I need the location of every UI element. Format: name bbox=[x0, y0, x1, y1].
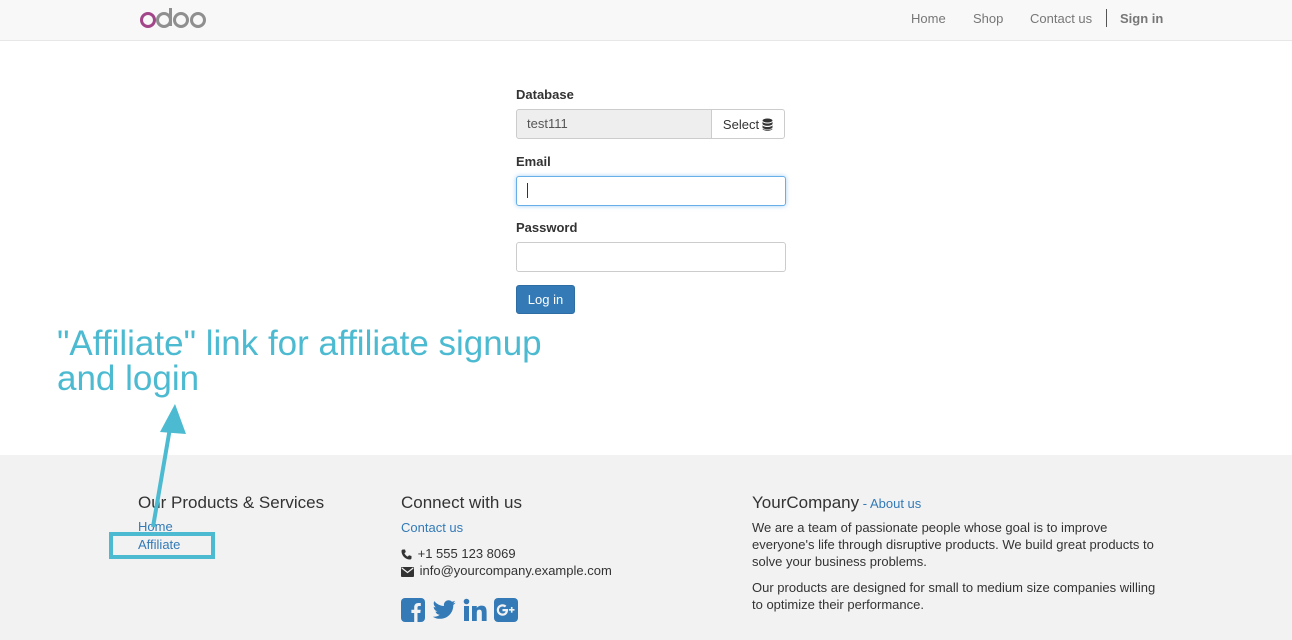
google-plus-icon[interactable] bbox=[494, 598, 518, 622]
phone-number: +1 555 123 8069 bbox=[417, 546, 516, 561]
twitter-icon[interactable] bbox=[432, 598, 456, 622]
company-description: We are a team of passionate people whose… bbox=[752, 520, 1154, 569]
facebook-icon[interactable] bbox=[401, 598, 425, 622]
password-label: Password bbox=[516, 220, 578, 235]
phone-line: +1 555 123 8069 bbox=[401, 546, 516, 561]
login-button[interactable]: Log in bbox=[516, 285, 575, 314]
affiliate-highlight-box bbox=[109, 532, 215, 559]
text-cursor bbox=[527, 183, 528, 198]
email-line: info@yourcompany.example.com bbox=[401, 563, 612, 578]
nav-signin-link[interactable]: Sign in bbox=[1120, 11, 1163, 26]
phone-icon bbox=[401, 549, 412, 560]
linkedin-icon[interactable] bbox=[463, 598, 487, 622]
annotation-line-2: and login bbox=[57, 359, 200, 398]
annotation-line-1: "Affiliate" link for affiliate signup bbox=[57, 324, 542, 363]
nav-contact-link[interactable]: Contact us bbox=[1030, 11, 1092, 26]
email-label: Email bbox=[516, 154, 551, 169]
nav-shop-link[interactable]: Shop bbox=[973, 11, 1003, 26]
database-label: Database bbox=[516, 87, 574, 102]
annotation-callout: "Affiliate" link for affiliate signup an… bbox=[57, 326, 577, 396]
about-us-link[interactable]: - About us bbox=[863, 496, 922, 511]
odoo-logo[interactable] bbox=[139, 5, 209, 31]
password-field[interactable] bbox=[516, 242, 786, 272]
email-field[interactable] bbox=[516, 176, 786, 206]
top-navbar: Home Shop Contact us Sign in bbox=[0, 0, 1292, 41]
company-name: YourCompany bbox=[752, 493, 860, 512]
envelope-icon bbox=[401, 566, 414, 577]
database-select-button[interactable]: Select bbox=[711, 109, 785, 139]
nav-home-link[interactable]: Home bbox=[911, 11, 946, 26]
email-address: info@yourcompany.example.com bbox=[419, 563, 612, 578]
products-heading: Our Products & Services bbox=[138, 493, 325, 512]
nav-divider bbox=[1106, 9, 1107, 27]
select-label: Select bbox=[722, 116, 760, 132]
company-target-description: Our products are designed for small to m… bbox=[752, 580, 1156, 612]
company-heading-row: YourCompany - About us bbox=[752, 493, 921, 513]
connect-heading: Connect with us bbox=[401, 493, 522, 512]
footer-contact-link[interactable]: Contact us bbox=[401, 520, 463, 535]
database-field: test111 bbox=[516, 109, 712, 139]
database-icon bbox=[762, 118, 773, 131]
